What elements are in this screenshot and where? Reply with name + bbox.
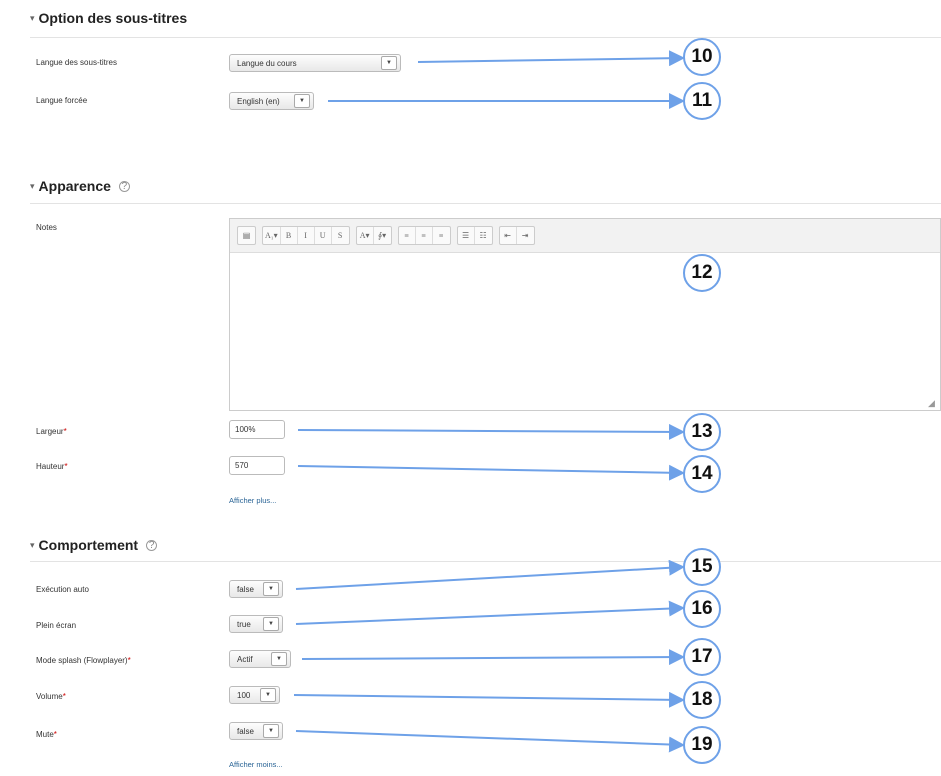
callout-12: 12 <box>683 254 721 292</box>
callout-19: 19 <box>683 726 721 764</box>
callout-14: 14 <box>683 455 721 493</box>
arrow-17 <box>301 649 685 666</box>
callout-11: 11 <box>683 82 721 120</box>
arrow-16 <box>295 600 685 625</box>
arrow-13 <box>297 423 685 440</box>
callout-17: 17 <box>683 638 721 676</box>
arrow-14 <box>297 464 685 481</box>
callout-16: 16 <box>683 590 721 628</box>
arrow-19 <box>295 730 685 753</box>
callout-15: 15 <box>683 548 721 586</box>
callout-13: 13 <box>683 413 721 451</box>
annotation-arrows <box>293 50 685 753</box>
arrow-10 <box>417 50 685 67</box>
callout-10: 10 <box>683 38 721 76</box>
callout-18: 18 <box>683 681 721 719</box>
arrow-15 <box>295 559 685 590</box>
arrow-18 <box>293 691 685 708</box>
